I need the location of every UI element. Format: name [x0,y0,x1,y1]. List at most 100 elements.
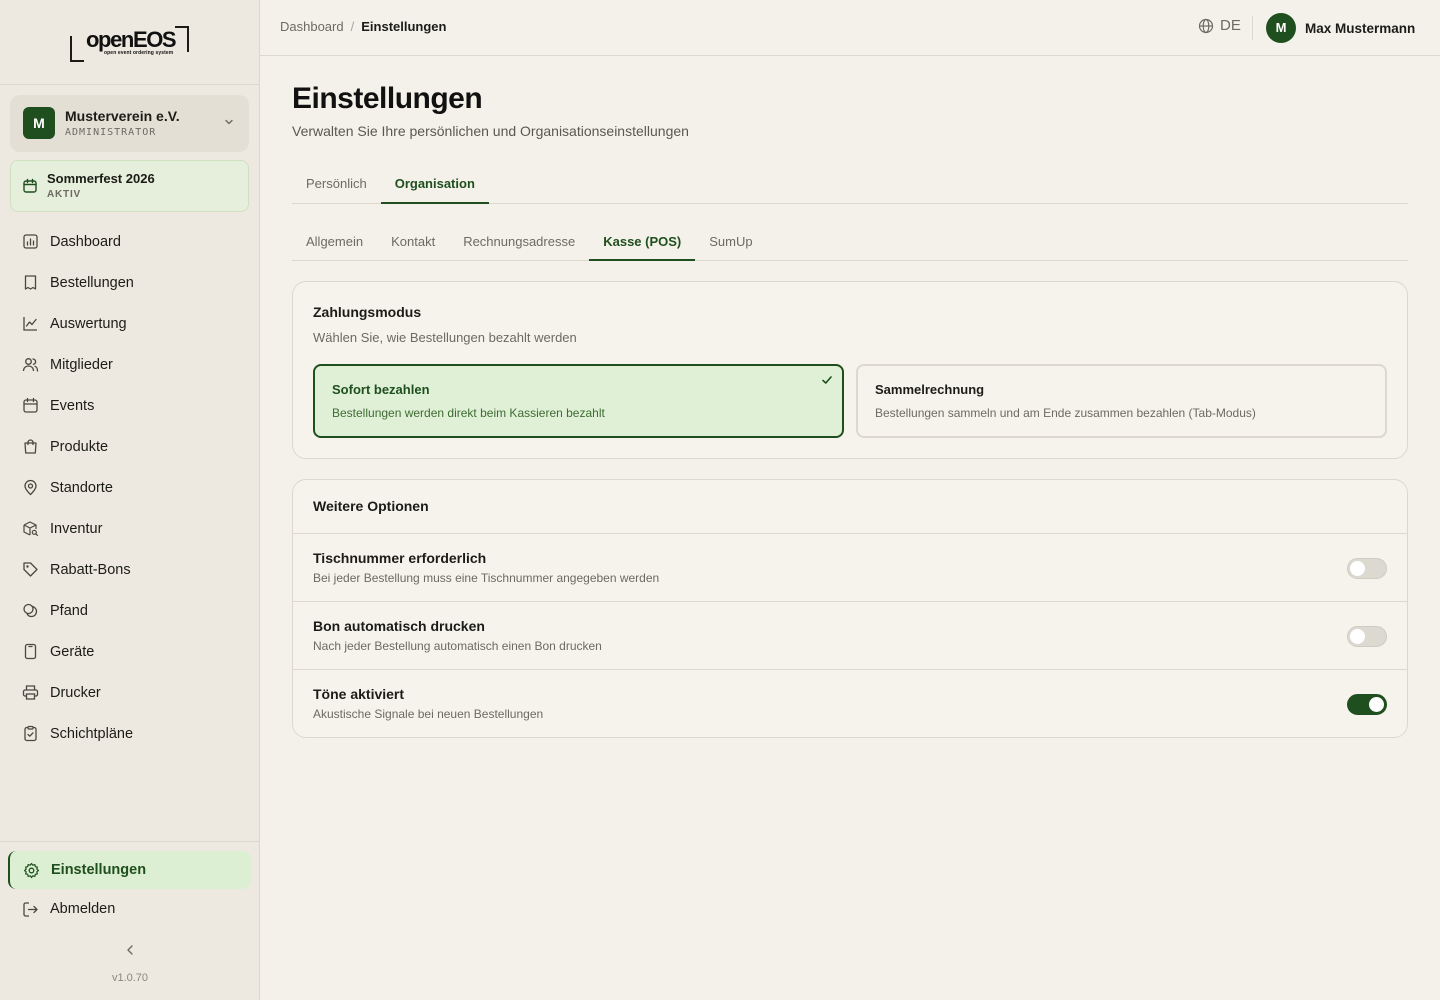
tab-persoenlich[interactable]: Persönlich [292,166,381,204]
option-description: Bestellungen sammeln und am Ende zusamme… [875,406,1256,420]
sidebar-item-rabatt-bons[interactable]: Rabatt-Bons [10,549,249,590]
option-row-tischnummer: Tischnummer erforderlich Bei jeder Beste… [293,534,1407,602]
tab-sumup[interactable]: SumUp [695,224,766,261]
tablet-icon [24,643,37,660]
org-avatar: M [23,107,55,139]
sidebar-item-auswertung[interactable]: Auswertung [10,303,249,344]
sidebar-item-bestellungen[interactable]: Bestellungen [10,262,249,303]
sidebar-nav: Dashboard Bestellungen Auswertung Mitgli… [10,221,249,754]
logout-icon [23,901,38,917]
active-event-card[interactable]: Sommerfest 2026 AKTIV [10,160,249,212]
sidebar-item-label: Mitglieder [50,356,113,373]
bon-drucken-toggle[interactable] [1347,626,1387,647]
tab-rechnungsadresse[interactable]: Rechnungsadresse [449,224,589,261]
sidebar-item-label: Standorte [50,479,113,496]
event-status-badge: AKTIV [47,189,81,200]
sidebar-item-label: Inventur [50,520,103,537]
option-row-toene: Töne aktiviert Akustische Signale bei ne… [293,670,1407,738]
coins-icon [23,603,38,618]
language-code: DE [1220,17,1241,34]
option-row-title: Bon automatisch drucken [313,618,485,634]
sidebar-item-label: Produkte [50,438,109,455]
receipt-icon [24,275,37,290]
user-menu[interactable]: M Max Mustermann [1266,13,1415,43]
sidebar-item-label: Auswertung [50,315,127,332]
payment-mode-description: Wählen Sie, wie Bestellungen bezahlt wer… [313,330,577,345]
sidebar-item-standorte[interactable]: Standorte [10,467,249,508]
page-subtitle: Verwalten Sie Ihre persönlichen und Orga… [292,123,689,139]
breadcrumb-separator: / [350,19,355,34]
sidebar-item-mitglieder[interactable]: Mitglieder [10,344,249,385]
sidebar-item-geraete[interactable]: Geräte [10,631,249,672]
option-row-bon-drucken: Bon automatisch drucken Nach jeder Beste… [293,602,1407,670]
bag-icon [24,439,37,454]
breadcrumb-current: Einstellungen [361,19,447,34]
org-name: Musterverein e.V. [65,108,180,124]
sidebar-item-dashboard[interactable]: Dashboard [10,221,249,262]
chart-icon [23,234,38,249]
sidebar-item-schichtplaene[interactable]: Schichtpläne [10,713,249,754]
payment-option-sammelrechnung[interactable]: Sammelrechnung Bestellungen sammeln und … [856,364,1387,438]
logo-tagline: open event ordering system [104,50,174,56]
logout-button[interactable]: Abmelden [8,889,251,929]
toggle-knob [1369,697,1384,712]
trend-icon [23,317,37,331]
calendar-icon [23,178,37,193]
calendar-icon [23,397,38,413]
sidebar-item-label: Rabatt-Bons [50,561,131,578]
avatar: M [1266,13,1296,43]
page-title: Einstellungen [292,82,483,115]
tischnummer-toggle[interactable] [1347,558,1387,579]
divider [1252,16,1253,40]
sidebar-item-label: Pfand [50,602,88,619]
sidebar-item-drucker[interactable]: Drucker [10,672,249,713]
toggle-knob [1350,629,1365,644]
payment-mode-title: Zahlungsmodus [313,304,422,320]
option-row-description: Bei jeder Bestellung muss eine Tischnumm… [313,571,660,585]
option-row-title: Töne aktiviert [313,686,405,702]
organisation-subtabs: Allgemein Kontakt Rechnungsadresse Kasse… [292,224,1408,261]
box-search-icon [23,521,39,537]
tag-icon [23,562,38,577]
topbar: Dashboard / Einstellungen DE M Max Muste… [260,0,1440,56]
logo-bracket-right [175,26,189,52]
gear-icon [23,862,40,878]
sidebar-item-einstellungen[interactable]: Einstellungen [8,851,251,889]
toggle-knob [1350,561,1365,576]
option-description: Bestellungen werden direkt beim Kassiere… [332,406,605,420]
payment-option-sofort[interactable]: Sofort bezahlen Bestellungen werden dire… [313,364,844,438]
breadcrumb: Dashboard / Einstellungen [280,19,446,34]
clipboard-check-icon [24,725,37,742]
option-row-description: Nach jeder Bestellung automatisch einen … [313,639,602,653]
sidebar-item-label: Events [50,397,95,414]
chevron-down-icon [225,119,233,125]
users-icon [22,358,39,372]
printer-icon [22,685,39,700]
tab-organisation[interactable]: Organisation [380,166,489,204]
breadcrumb-home[interactable]: Dashboard [280,19,344,34]
sidebar-item-label: Geräte [50,643,95,660]
option-title: Sammelrechnung [875,382,985,397]
option-title: Sofort bezahlen [332,382,430,397]
option-row-description: Akustische Signale bei neuen Bestellunge… [313,707,544,721]
tab-allgemein[interactable]: Allgemein [292,224,377,261]
tab-kasse-pos[interactable]: Kasse (POS) [589,224,696,261]
chevron-left-icon[interactable] [122,942,138,958]
org-switcher[interactable]: M Musterverein e.V. ADMINISTRATOR [10,95,249,152]
toene-toggle[interactable] [1347,694,1387,715]
payment-mode-card: Zahlungsmodus Wählen Sie, wie Bestellung… [292,281,1408,459]
sidebar-item-label: Einstellungen [51,862,147,878]
openeos-logo[interactable]: openEOS open event ordering system [70,24,190,64]
tab-kontakt[interactable]: Kontakt [377,224,449,261]
language-switcher[interactable]: DE [1198,17,1241,34]
more-options-card: Weitere Optionen Tischnummer erforderlic… [292,479,1408,738]
sidebar-item-inventur[interactable]: Inventur [10,508,249,549]
sidebar-item-pfand[interactable]: Pfand [10,590,249,631]
more-options-header: Weitere Optionen [293,480,1407,534]
sidebar-item-events[interactable]: Events [10,385,249,426]
sidebar-footer: Einstellungen Abmelden v1.0.70 [0,841,260,1000]
org-role: ADMINISTRATOR [65,127,157,138]
sidebar-item-label: Bestellungen [50,274,134,291]
sidebar-item-produkte[interactable]: Produkte [10,426,249,467]
logo-bracket-left [70,36,84,62]
